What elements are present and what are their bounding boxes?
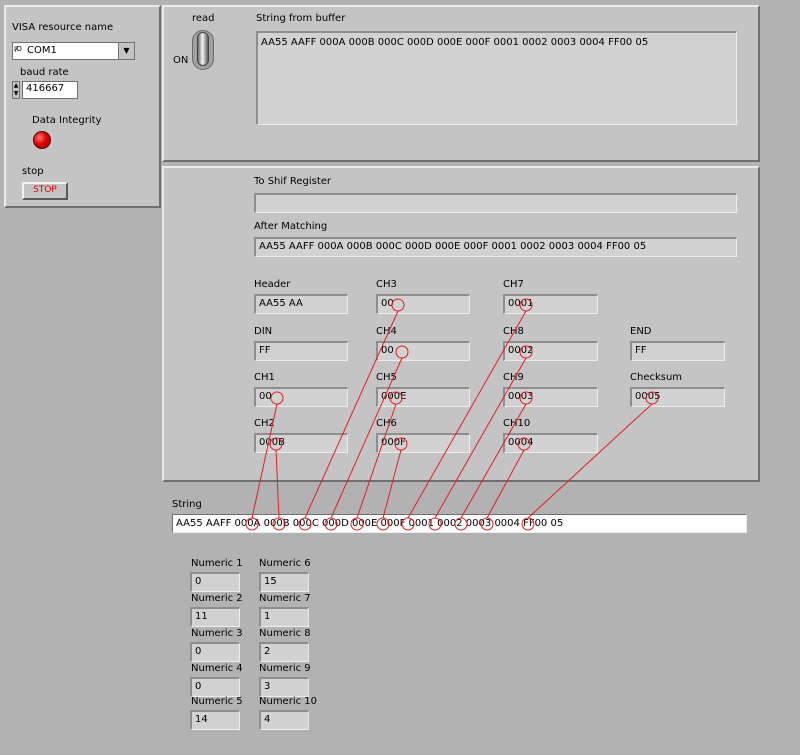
ch3-display: 00	[376, 294, 470, 314]
header-display: AA55 AA	[254, 294, 348, 314]
ch2-label: CH2	[254, 418, 275, 429]
numeric-6-label: Numeric 6	[259, 558, 311, 569]
numeric-5-display: 14	[190, 710, 240, 730]
numeric-1-label: Numeric 1	[191, 558, 243, 569]
toggle-lever-icon[interactable]	[197, 32, 209, 66]
after-matching-label: After Matching	[254, 221, 328, 232]
ch9-display: 0003	[503, 387, 598, 407]
stop-button[interactable]: STOP	[22, 182, 68, 200]
data-integrity-label: Data Integrity	[32, 115, 102, 126]
din-display: FF	[254, 341, 348, 361]
numeric-7-label: Numeric 7	[259, 593, 311, 604]
ch8-label: CH8	[503, 326, 524, 337]
numeric-5-label: Numeric 5	[191, 696, 243, 707]
visa-resource-selector[interactable]: I/O COM1 ▼	[12, 42, 135, 60]
string-label: String	[172, 499, 202, 510]
numeric-10-display: 4	[259, 710, 309, 730]
string-input[interactable]: AA55 AAFF 000A 000B 000C 000D 000E 000F …	[172, 514, 747, 533]
end-label: END	[630, 326, 652, 337]
ch5-display: 000E	[376, 387, 470, 407]
numeric-3-label: Numeric 3	[191, 628, 243, 639]
visa-value: COM1	[27, 45, 57, 56]
controls-panel	[4, 5, 161, 208]
ch9-label: CH9	[503, 372, 524, 383]
ch10-display: 0004	[503, 433, 598, 453]
numeric-4-display: 0	[190, 677, 240, 697]
baud-rate-label: baud rate	[20, 67, 69, 78]
ch8-display: 0002	[503, 341, 598, 361]
read-state-label: ON	[173, 55, 189, 66]
numeric-9-display: 3	[259, 677, 309, 697]
after-matching-display: AA55 AAFF 000A 000B 000C 000D 000E 000F …	[254, 237, 737, 257]
numeric-6-display: 15	[259, 572, 309, 592]
ch1-display: 00	[254, 387, 348, 407]
stop-label: stop	[22, 166, 44, 177]
numeric-7-display: 1	[259, 607, 309, 627]
buffer-display: AA55 AAFF 000A 000B 000C 000D 000E 000F …	[256, 31, 737, 125]
numeric-8-display: 2	[259, 642, 309, 662]
ch7-label: CH7	[503, 279, 524, 290]
end-display: FF	[630, 341, 725, 361]
numeric-8-label: Numeric 8	[259, 628, 311, 639]
ch3-label: CH3	[376, 279, 397, 290]
numeric-2-label: Numeric 2	[191, 593, 243, 604]
ch1-label: CH1	[254, 372, 275, 383]
visa-label: VISA resource name	[12, 22, 114, 33]
numeric-9-label: Numeric 9	[259, 663, 311, 674]
checksum-display: 0005	[630, 387, 725, 407]
numeric-4-label: Numeric 4	[191, 663, 243, 674]
baud-rate-input[interactable]: 416667	[22, 81, 78, 99]
numeric-10-label: Numeric 10	[259, 696, 318, 707]
header-label: Header	[254, 279, 291, 290]
chevron-down-icon[interactable]: ▼	[118, 43, 134, 59]
ch10-label: CH10	[503, 418, 531, 429]
numeric-1-display: 0	[190, 572, 240, 592]
baud-rate-stepper-icon[interactable]: ▲ ▼	[12, 81, 20, 99]
ch4-label: CH4	[376, 326, 397, 337]
numeric-2-display: 11	[190, 607, 240, 627]
ch2-display: 000B	[254, 433, 348, 453]
ch6-display: 000F	[376, 433, 470, 453]
io-glyph-icon: I/O	[14, 45, 22, 53]
ch4-display: 00	[376, 341, 470, 361]
shift-register-label: To Shif Register	[254, 176, 332, 187]
checksum-label: Checksum	[630, 372, 683, 383]
din-label: DIN	[254, 326, 273, 337]
data-integrity-led-icon	[33, 131, 51, 149]
buffer-label: String from buffer	[256, 13, 346, 24]
ch6-label: CH6	[376, 418, 397, 429]
ch7-display: 0001	[503, 294, 598, 314]
shift-register-display	[254, 193, 737, 213]
read-label: read	[192, 13, 215, 24]
ch5-label: CH5	[376, 372, 397, 383]
numeric-3-display: 0	[190, 642, 240, 662]
